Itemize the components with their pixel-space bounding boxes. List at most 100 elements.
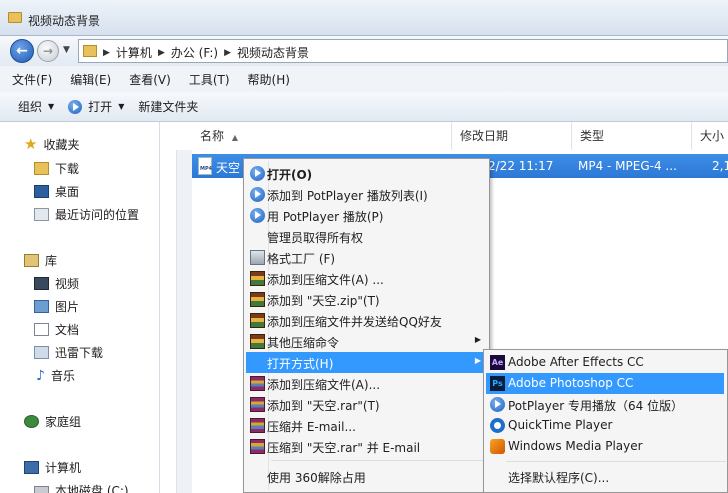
column-name[interactable]: 名称 ▲ xyxy=(192,122,452,150)
menu-item-format-factory[interactable]: 格式工厂 (F) xyxy=(246,247,489,268)
potplayer-icon xyxy=(490,397,505,412)
back-button[interactable]: ← xyxy=(10,39,34,63)
chevron-right-icon[interactable]: ▶ xyxy=(103,48,110,58)
document-library-icon xyxy=(34,323,49,336)
mp4-file-icon: MP4 xyxy=(198,157,212,175)
menu-item-compress-email[interactable]: 压缩并 E-mail... xyxy=(246,415,489,436)
nav-documents[interactable]: 文档 xyxy=(34,321,79,338)
nav-desktop[interactable]: 桌面 xyxy=(34,183,79,200)
context-menu: 打开(O) 添加到 PotPlayer 播放列表(I) 用 PotPlayer … xyxy=(243,158,490,493)
menu-item-other-compress[interactable]: 其他压缩命令 ▶ xyxy=(246,331,489,352)
breadcrumb-folder[interactable]: 视频动态背景 xyxy=(237,44,309,61)
nav-local-disk[interactable]: 本地磁盘 (C:) xyxy=(34,482,129,493)
open-button[interactable]: 打开 ▼ xyxy=(68,98,124,115)
file-name: 天空 xyxy=(216,161,241,175)
chevron-down-icon: ▼ xyxy=(48,102,55,111)
menu-item-open[interactable]: 打开(O) xyxy=(246,163,489,184)
column-name-label: 名称 xyxy=(200,129,225,143)
nav-favorites[interactable]: ★ 收藏夹 xyxy=(24,136,79,153)
menu-item-label: 压缩到 "天空.rar" 并 E-mail xyxy=(267,441,421,455)
desktop-icon xyxy=(34,185,49,198)
sort-ascending-icon: ▲ xyxy=(231,133,238,142)
breadcrumb-drive[interactable]: 办公 (F:) xyxy=(171,44,218,61)
file-type: MP4 - MPEG-4 ... xyxy=(578,159,677,173)
recent-pages-dropdown[interactable]: ▼ xyxy=(63,45,70,55)
nav-homegroup[interactable]: 家庭组 xyxy=(24,413,81,430)
nav-libraries[interactable]: 库 xyxy=(24,252,57,269)
zip-icon xyxy=(250,334,265,349)
menu-view[interactable]: 查看(V) xyxy=(129,71,171,88)
menu-item-add-to-rar[interactable]: 添加到 "天空.rar"(T) xyxy=(246,394,489,415)
windows-media-player-icon xyxy=(490,439,505,454)
menu-item-label: 管理员取得所有权 xyxy=(267,231,364,245)
nav-music[interactable]: ♪ 音乐 xyxy=(36,367,75,384)
rar-icon xyxy=(250,418,265,433)
nav-videos[interactable]: 视频 xyxy=(34,275,79,292)
menu-edit[interactable]: 编辑(E) xyxy=(70,71,111,88)
menu-item-label: 打开(O) xyxy=(267,168,313,182)
column-type-label: 类型 xyxy=(580,129,605,143)
submenu-item-quicktime[interactable]: QuickTime Player xyxy=(486,415,724,436)
menu-item-label: 其他压缩命令 xyxy=(267,336,340,350)
submenu-item-label: Adobe Photoshop CC xyxy=(508,376,634,390)
menu-item-compress-send-qq[interactable]: 添加到压缩文件并发送给QQ好友 xyxy=(246,310,489,331)
nav-computer[interactable]: 计算机 xyxy=(24,459,81,476)
menu-help[interactable]: 帮助(H) xyxy=(248,71,290,88)
after-effects-icon: Ae xyxy=(490,355,505,370)
chevron-right-icon[interactable]: ▶ xyxy=(224,48,231,58)
submenu-item-windows-media-player[interactable]: Windows Media Player xyxy=(486,436,724,457)
menu-item-open-with[interactable]: 打开方式(H) ▶ xyxy=(246,352,489,373)
submenu-item-label: QuickTime Player xyxy=(508,418,613,432)
nav-label: 图片 xyxy=(55,300,80,314)
menu-item-play-with-potplayer[interactable]: 用 PotPlayer 播放(P) xyxy=(246,205,489,226)
submenu-item-choose-default[interactable]: 选择默认程序(C)... xyxy=(486,466,724,487)
music-note-icon: ♪ xyxy=(36,367,45,384)
nav-label: 桌面 xyxy=(55,185,80,199)
title-bar: 视频动态背景 xyxy=(0,0,728,36)
hard-disk-icon xyxy=(34,486,49,493)
nav-recent[interactable]: 最近访问的位置 xyxy=(34,206,139,223)
column-type[interactable]: 类型 xyxy=(572,122,692,150)
menu-item-360-unlock[interactable]: 使用 360解除占用 xyxy=(246,466,489,487)
column-size[interactable]: 大小 xyxy=(692,122,728,150)
file-size: 2,1 xyxy=(712,159,728,173)
rar-icon xyxy=(250,376,265,391)
new-folder-button[interactable]: 新建文件夹 xyxy=(138,98,198,115)
column-modified[interactable]: 修改日期 xyxy=(452,122,572,150)
menu-item-rar-add-archive[interactable]: 添加到压缩文件(A)... xyxy=(246,373,489,394)
address-bar[interactable]: ▶ 计算机 ▶ 办公 (F:) ▶ 视频动态背景 xyxy=(78,39,728,63)
window-title: 视频动态背景 xyxy=(28,14,101,28)
menu-separator xyxy=(271,460,487,461)
menu-tools[interactable]: 工具(T) xyxy=(189,71,230,88)
submenu-item-photoshop[interactable]: Ps Adobe Photoshop CC xyxy=(486,373,724,394)
toolbar: 组织 ▼ 打开 ▼ 新建文件夹 xyxy=(0,92,728,122)
mp4-icon-text: MP4 xyxy=(200,166,213,172)
potplayer-icon xyxy=(250,208,265,223)
breadcrumb-computer[interactable]: 计算机 xyxy=(116,44,152,61)
submenu-item-after-effects[interactable]: Ae Adobe After Effects CC xyxy=(486,352,724,373)
menu-item-compress-rar-email[interactable]: 压缩到 "天空.rar" 并 E-mail xyxy=(246,436,489,457)
organize-button[interactable]: 组织 ▼ xyxy=(18,98,54,115)
forward-button[interactable]: → xyxy=(37,40,59,62)
chevron-right-icon[interactable]: ▶ xyxy=(158,48,165,58)
submenu-item-potplayer[interactable]: PotPlayer 专用播放（64 位版） xyxy=(486,394,724,415)
nav-downloads[interactable]: 下载 xyxy=(34,160,79,177)
nav-label: 最近访问的位置 xyxy=(55,208,140,222)
video-library-icon xyxy=(34,277,49,290)
breadcrumb: ▶ 计算机 ▶ 办公 (F:) ▶ 视频动态背景 xyxy=(103,44,309,61)
menu-file[interactable]: 文件(F) xyxy=(12,71,52,88)
menu-item-label: 打开方式(H) xyxy=(267,357,334,371)
pane-divider[interactable] xyxy=(176,122,192,493)
photoshop-icon: Ps xyxy=(490,376,505,391)
nav-label: 家庭组 xyxy=(45,415,82,429)
menu-item-take-ownership[interactable]: 管理员取得所有权 xyxy=(246,226,489,247)
nav-xunlei[interactable]: 迅雷下载 xyxy=(34,344,103,361)
menu-item-add-to-zip[interactable]: 添加到 "天空.zip"(T) xyxy=(246,289,489,310)
navigation-pane: ★ 收藏夹 下载 桌面 最近访问的位置 库 视频 图片 文档 迅雷下载 ♪ 音乐… xyxy=(0,122,160,493)
folder-icon xyxy=(83,45,97,57)
organize-label: 组织 xyxy=(18,100,43,114)
nav-pictures[interactable]: 图片 xyxy=(34,298,79,315)
menu-item-label: 添加到 PotPlayer 播放列表(I) xyxy=(267,189,428,203)
menu-item-add-to-archive[interactable]: 添加到压缩文件(A) ... xyxy=(246,268,489,289)
menu-item-add-to-potplayer-playlist[interactable]: 添加到 PotPlayer 播放列表(I) xyxy=(246,184,489,205)
